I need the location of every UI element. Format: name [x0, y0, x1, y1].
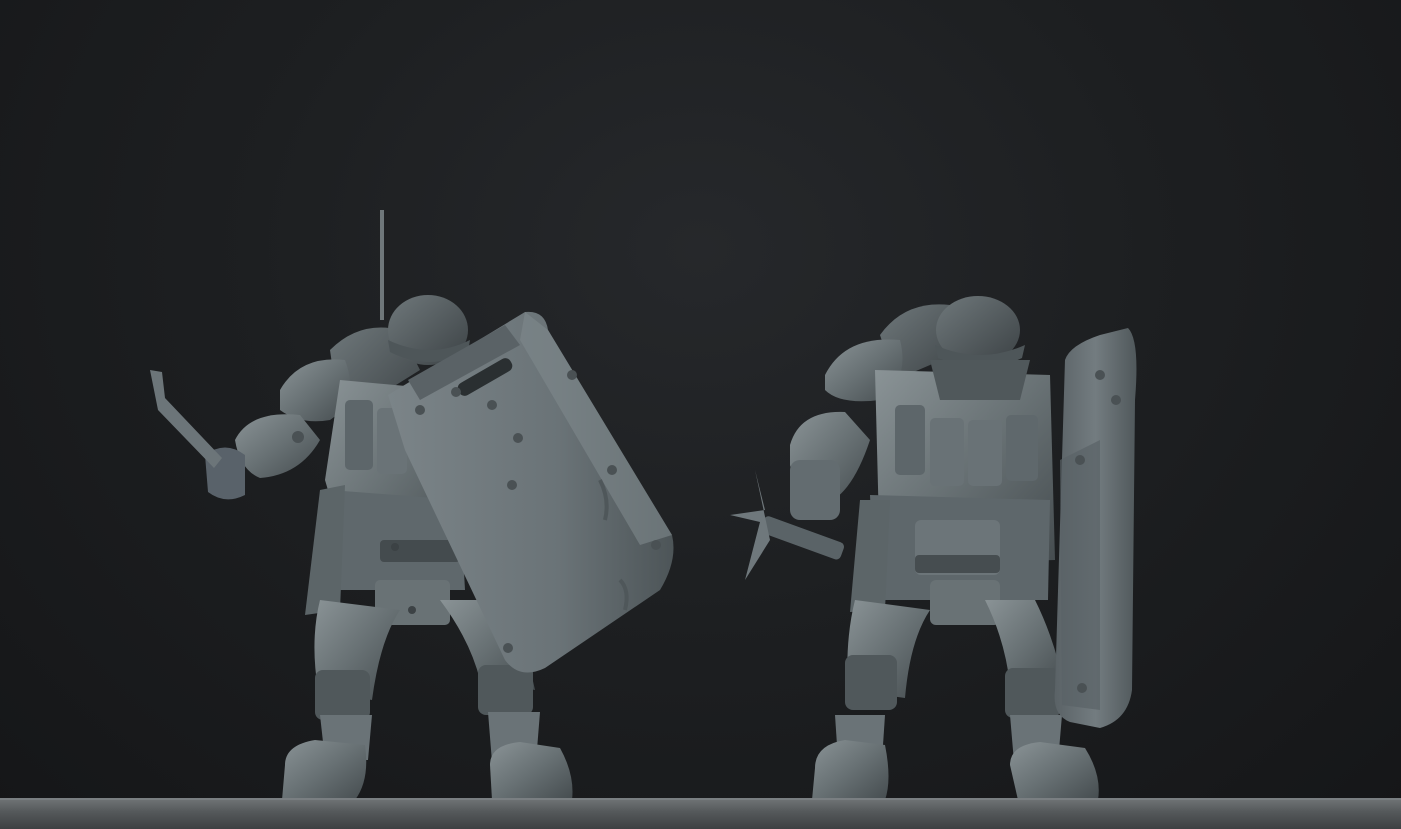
right-boot	[490, 742, 573, 800]
machete	[150, 370, 222, 468]
left-boot	[812, 740, 889, 800]
left-soldier-figure	[150, 210, 674, 800]
right-soldier-figure	[730, 296, 1137, 800]
hatchet-blade	[730, 470, 770, 580]
ground-plane	[0, 800, 1401, 829]
right-boot	[1010, 742, 1099, 800]
hatchet-handle	[760, 516, 844, 560]
render-scene	[150, 210, 1137, 800]
antenna	[380, 210, 384, 320]
left-boot	[282, 740, 367, 800]
render-viewport	[0, 0, 1401, 829]
